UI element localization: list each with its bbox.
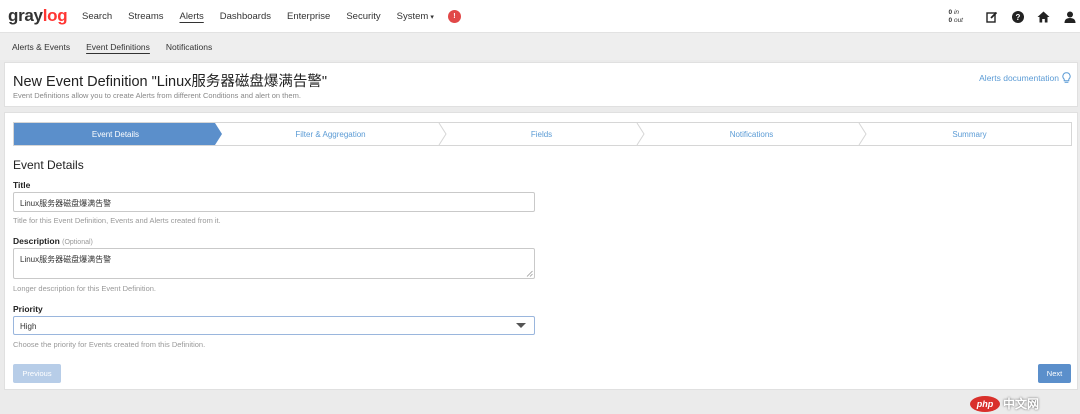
nav-item-alerts[interactable]: Alerts [171, 11, 211, 22]
priority-value: High [20, 322, 37, 331]
edit-icon[interactable] [985, 10, 998, 23]
alerts-subnav: Alerts & Events Event Definitions Notifi… [0, 33, 1080, 60]
nav-item-streams[interactable]: Streams [120, 11, 171, 22]
nav-item-enterprise[interactable]: Enterprise [279, 11, 338, 22]
throughput-out-value: 0 [948, 16, 953, 24]
svg-text:?: ? [1015, 13, 1020, 22]
event-definition-form-panel: Event Details Filter & Aggregation Field… [4, 112, 1078, 390]
description-label: Description (Optional) [13, 236, 93, 246]
docs-link-label: Alerts documentation [979, 73, 1059, 83]
nav-item-system[interactable]: System ▾ [389, 11, 442, 22]
description-help-text: Longer description for this Event Defini… [13, 284, 156, 293]
priority-select[interactable]: High [13, 316, 535, 335]
watermark-text: 中文网 [1003, 397, 1040, 411]
user-icon[interactable] [1063, 10, 1076, 23]
page-header: New Event Definition "Linux服务器磁盘爆满告警" Ev… [4, 62, 1078, 107]
help-icon[interactable]: ? [1011, 10, 1024, 23]
title-help-text: Title for this Event Definition, Events … [13, 216, 221, 225]
site-watermark: php 中文网 [970, 395, 1039, 412]
nav-item-security[interactable]: Security [338, 11, 388, 22]
dropdown-arrow-icon [516, 323, 526, 328]
next-button[interactable]: Next [1038, 364, 1071, 383]
wizard-step-fields[interactable]: Fields [446, 123, 637, 145]
throughput-indicator[interactable]: 0 in 0 out [949, 9, 963, 25]
throughput-in-unit: in [953, 8, 960, 16]
optional-hint: (Optional) [62, 239, 93, 246]
nav-right-group: 0 in 0 out ? [949, 0, 1080, 33]
chevron-down-icon: ▾ [430, 13, 434, 21]
description-value: Linux服务器磁盘爆满告警 [20, 255, 112, 264]
wizard-steps: Event Details Filter & Aggregation Field… [13, 122, 1072, 146]
subnav-event-definitions[interactable]: Event Definitions [78, 42, 158, 52]
title-label: Title [13, 180, 31, 190]
throughput-in-value: 0 [948, 8, 953, 16]
page-description: Event Definitions allow you to create Al… [13, 91, 301, 100]
subnav-alerts-events[interactable]: Alerts & Events [4, 42, 78, 52]
page-title: New Event Definition "Linux服务器磁盘爆满告警" [13, 74, 328, 90]
wizard-step-event-details[interactable]: Event Details [14, 123, 217, 145]
description-label-text: Description [13, 236, 60, 246]
title-input[interactable]: Linux服务器磁盘爆满告警 [13, 192, 535, 212]
resize-handle-icon[interactable] [526, 270, 533, 277]
graylog-logo[interactable]: graylog [8, 6, 68, 26]
wizard-step-summary[interactable]: Summary [866, 123, 1073, 145]
section-title: Event Details [13, 158, 84, 172]
wizard-step-notifications[interactable]: Notifications [644, 123, 859, 145]
priority-help-text: Choose the priority for Events created f… [13, 340, 206, 349]
watermark-logo: php [970, 395, 1000, 412]
nav-item-search[interactable]: Search [74, 11, 120, 22]
previous-button[interactable]: Previous [13, 364, 61, 383]
home-icon[interactable] [1037, 10, 1050, 23]
priority-label: Priority [13, 304, 43, 314]
lightbulb-icon [1062, 72, 1071, 83]
notification-badge[interactable]: ! [447, 9, 461, 23]
alerts-documentation-link[interactable]: Alerts documentation [979, 72, 1071, 84]
nav-item-system-label: System [396, 10, 429, 22]
wizard-step-filter-aggregation[interactable]: Filter & Aggregation [222, 123, 439, 145]
main-nav: Search Streams Alerts Dashboards Enterpr… [74, 9, 461, 23]
throughput-out-unit: out [953, 16, 963, 24]
nav-item-dashboards[interactable]: Dashboards [212, 11, 279, 22]
description-textarea[interactable]: Linux服务器磁盘爆满告警 [13, 248, 535, 279]
subnav-notifications[interactable]: Notifications [158, 42, 220, 52]
top-navbar: graylog Search Streams Alerts Dashboards… [0, 0, 1080, 33]
